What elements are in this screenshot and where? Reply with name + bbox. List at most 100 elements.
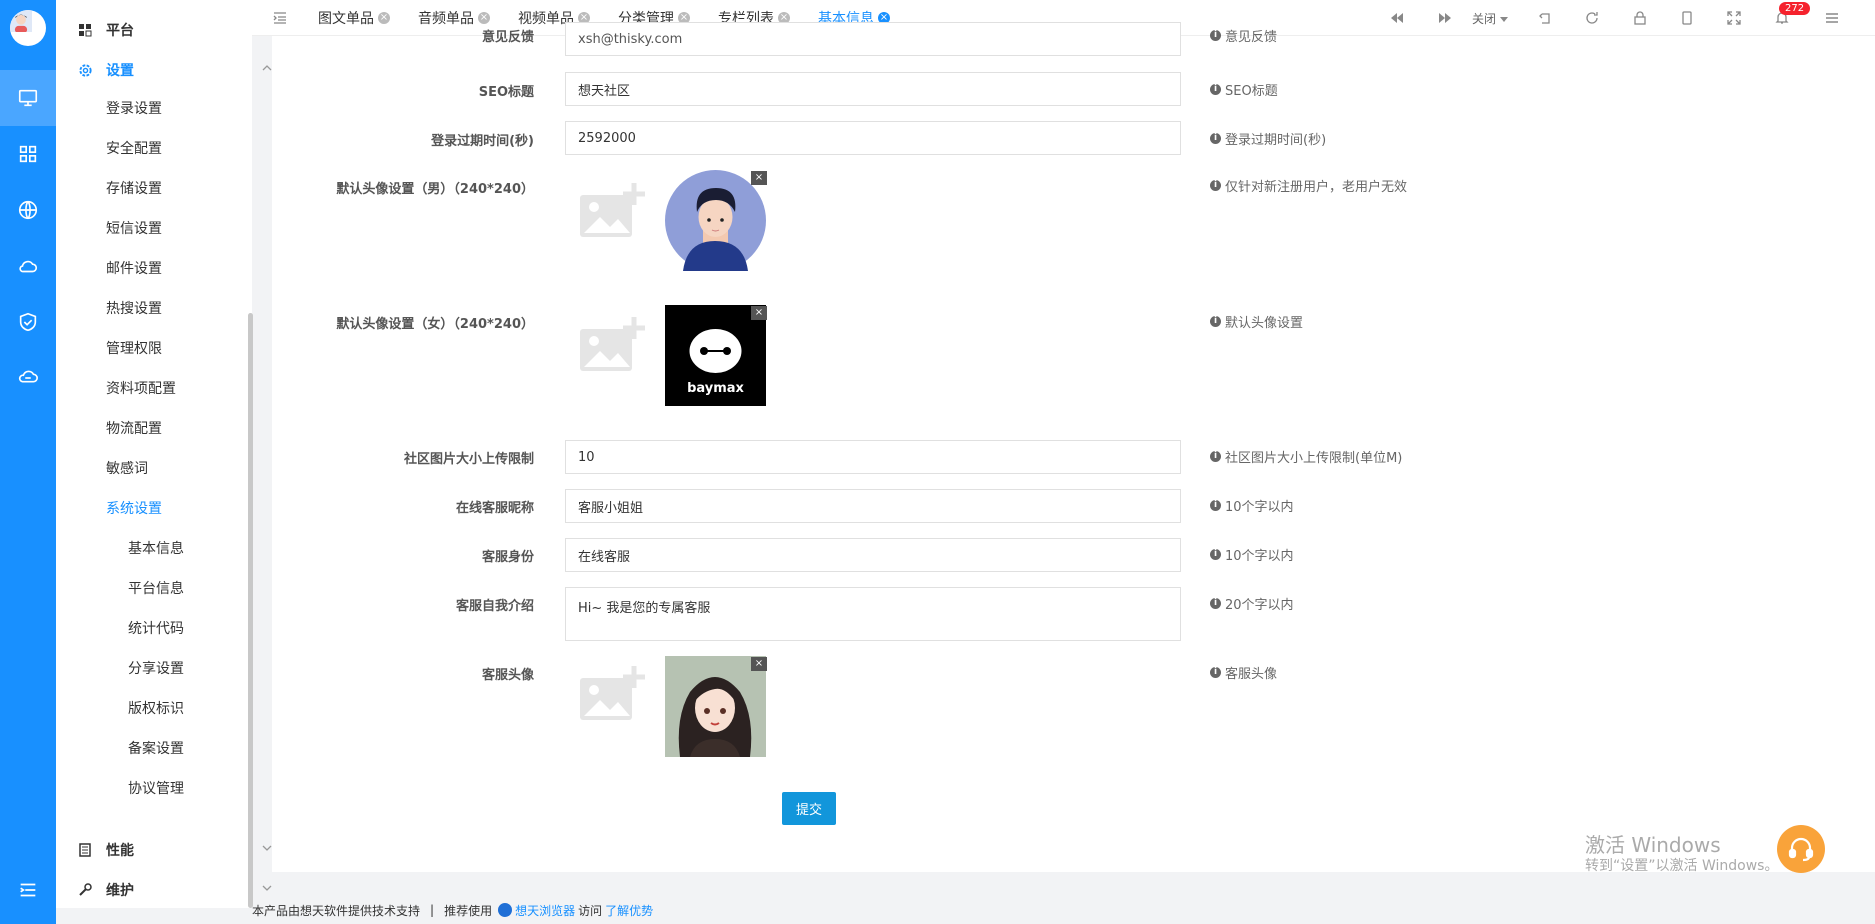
- browser-logo-icon: [498, 903, 513, 917]
- close-icon[interactable]: ×: [478, 12, 490, 24]
- footer: 本产品由想天软件提供技术支持 | 推荐使用 想天浏览器 访问 了解优势: [252, 896, 1875, 924]
- hint-text: SEO标题: [1225, 84, 1278, 99]
- service-avatar-label: 客服头像: [481, 668, 534, 683]
- info-icon: i: [1210, 549, 1221, 560]
- item-label: 基本信息: [128, 541, 184, 557]
- sidebar-scrollbar[interactable]: [248, 313, 253, 908]
- apps-icon[interactable]: [0, 126, 56, 182]
- submit-button[interactable]: 提交: [782, 792, 836, 825]
- login-expire-input[interactable]: 2592000: [565, 121, 1181, 155]
- shield-icon[interactable]: [0, 294, 56, 350]
- wrench-icon: [76, 883, 94, 897]
- info-icon: i: [1210, 133, 1221, 144]
- service-identity-input[interactable]: 在线客服: [565, 538, 1181, 572]
- info-icon: i: [1210, 84, 1221, 95]
- info-icon: i: [1210, 500, 1221, 511]
- hint-text: 默认头像设置: [1225, 316, 1304, 331]
- scroll-right-icon[interactable]: [1435, 8, 1455, 28]
- image-limit-input[interactable]: 10: [565, 440, 1181, 474]
- info-icon: i: [1210, 30, 1221, 41]
- remove-male-avatar-button[interactable]: ×: [751, 171, 767, 185]
- avatar-female-hint: i 默认头像设置: [1210, 312, 1303, 331]
- service-identity-hint: i 10个字以内: [1210, 545, 1294, 564]
- globe-icon[interactable]: [0, 182, 56, 238]
- home-lock-icon[interactable]: [1630, 8, 1650, 28]
- upload-image-icon[interactable]: [578, 183, 646, 239]
- avatar-male-hint: i 仅针对新注册用户，老用户无效: [1210, 176, 1407, 195]
- chevron-down-icon: [262, 845, 272, 851]
- footer-visit-text: 访问: [578, 903, 603, 918]
- service-intro-hint: i 20个字以内: [1210, 594, 1294, 613]
- browser-link[interactable]: 想天浏览器: [515, 902, 575, 919]
- remove-female-avatar-button[interactable]: ×: [751, 306, 767, 320]
- cloud-server-icon[interactable]: [0, 350, 56, 406]
- group-label: 设置: [106, 63, 134, 79]
- chevron-up-icon: [262, 65, 272, 71]
- info-icon: i: [1210, 667, 1221, 678]
- close-label: 关闭: [1472, 12, 1497, 26]
- login-expire-label: 登录过期时间(秒): [431, 134, 534, 149]
- hint-text: 20个字以内: [1225, 598, 1294, 613]
- item-label: 平台信息: [128, 581, 184, 597]
- item-label: 管理权限: [106, 341, 162, 357]
- back-icon[interactable]: [1535, 8, 1555, 28]
- tab-label: 音频单品: [418, 11, 474, 27]
- item-label: 协议管理: [128, 781, 184, 797]
- monitor-icon[interactable]: [0, 70, 56, 126]
- fullscreen-icon[interactable]: [1724, 8, 1744, 28]
- sidebar-group-settings[interactable]: 设置: [76, 52, 292, 88]
- activation-watermark-title: 激活 Windows: [1585, 833, 1721, 857]
- mobile-icon[interactable]: [1677, 8, 1697, 28]
- info-icon: i: [1210, 451, 1221, 462]
- female-avatar-image: baymax: [665, 305, 766, 406]
- hint-text: 登录过期时间(秒): [1225, 133, 1327, 148]
- remove-service-avatar-button[interactable]: ×: [751, 657, 767, 671]
- customer-service-icon[interactable]: [1777, 825, 1825, 873]
- document-icon: [76, 843, 94, 857]
- hint-text: 客服头像: [1225, 667, 1278, 682]
- seo-title-label: SEO标题: [478, 85, 534, 100]
- menu-collapse-icon[interactable]: [0, 862, 56, 918]
- feedback-input[interactable]: xsh@thisky.com: [565, 22, 1181, 56]
- image-limit-hint: i 社区图片大小上传限制(单位M): [1210, 447, 1402, 466]
- item-label: 存储设置: [106, 181, 162, 197]
- indent-toggle-icon[interactable]: [270, 8, 290, 28]
- info-icon: i: [1210, 598, 1221, 609]
- activation-watermark-subtitle: 转到“设置”以激活 Windows。: [1585, 858, 1779, 874]
- seo-title-input[interactable]: 想天社区: [565, 72, 1181, 106]
- item-label: 系统设置: [106, 501, 162, 517]
- service-intro-textarea[interactable]: Hi~ 我是您的专属客服: [565, 587, 1181, 641]
- item-label: 资料项配置: [106, 381, 176, 397]
- hint-text: 社区图片大小上传限制(单位M): [1225, 451, 1403, 466]
- group-label: 性能: [106, 843, 134, 859]
- service-intro-label: 客服自我介绍: [455, 599, 534, 614]
- tab-label: 图文单品: [318, 11, 374, 27]
- gear-icon: [76, 63, 94, 78]
- hint-text: 10个字以内: [1225, 549, 1294, 564]
- hint-text: 10个字以内: [1225, 500, 1294, 515]
- learn-more-link[interactable]: 了解优势: [605, 902, 653, 919]
- close-icon[interactable]: ×: [378, 12, 390, 24]
- service-avatar-hint: i 客服头像: [1210, 663, 1277, 682]
- settings-form: 意见反馈 xsh@thisky.com i 意见反馈 SEO标题 想天社区 i SE…: [272, 22, 1875, 872]
- notification-badge: 272: [1779, 2, 1811, 15]
- user-avatar[interactable]: [10, 10, 46, 46]
- caret-down-icon: [1500, 16, 1509, 22]
- sidebar-group-performance[interactable]: 性能: [76, 832, 292, 868]
- service-nickname-hint: i 10个字以内: [1210, 496, 1294, 515]
- upload-image-icon[interactable]: [578, 317, 646, 373]
- scroll-left-icon[interactable]: [1387, 8, 1407, 28]
- hamburger-icon[interactable]: [1822, 8, 1842, 28]
- close-tabs-dropdown[interactable]: 关闭: [1472, 10, 1509, 27]
- refresh-icon[interactable]: [1582, 8, 1602, 28]
- cloud-icon[interactable]: [0, 238, 56, 294]
- sidebar: 平台 设置 登录设置 安全配置 存储设置 短信设置 邮件设置 热搜设置 管理权限…: [56, 0, 284, 908]
- male-avatar-image: [665, 170, 766, 271]
- service-nickname-input[interactable]: 客服小姐姐: [565, 489, 1181, 523]
- hint-text: 意见反馈: [1225, 30, 1278, 45]
- info-icon: i: [1210, 316, 1221, 327]
- service-avatar-image: [665, 656, 766, 757]
- login-expire-hint: i 登录过期时间(秒): [1210, 129, 1326, 148]
- upload-image-icon[interactable]: [578, 666, 646, 722]
- item-label: 物流配置: [106, 421, 162, 437]
